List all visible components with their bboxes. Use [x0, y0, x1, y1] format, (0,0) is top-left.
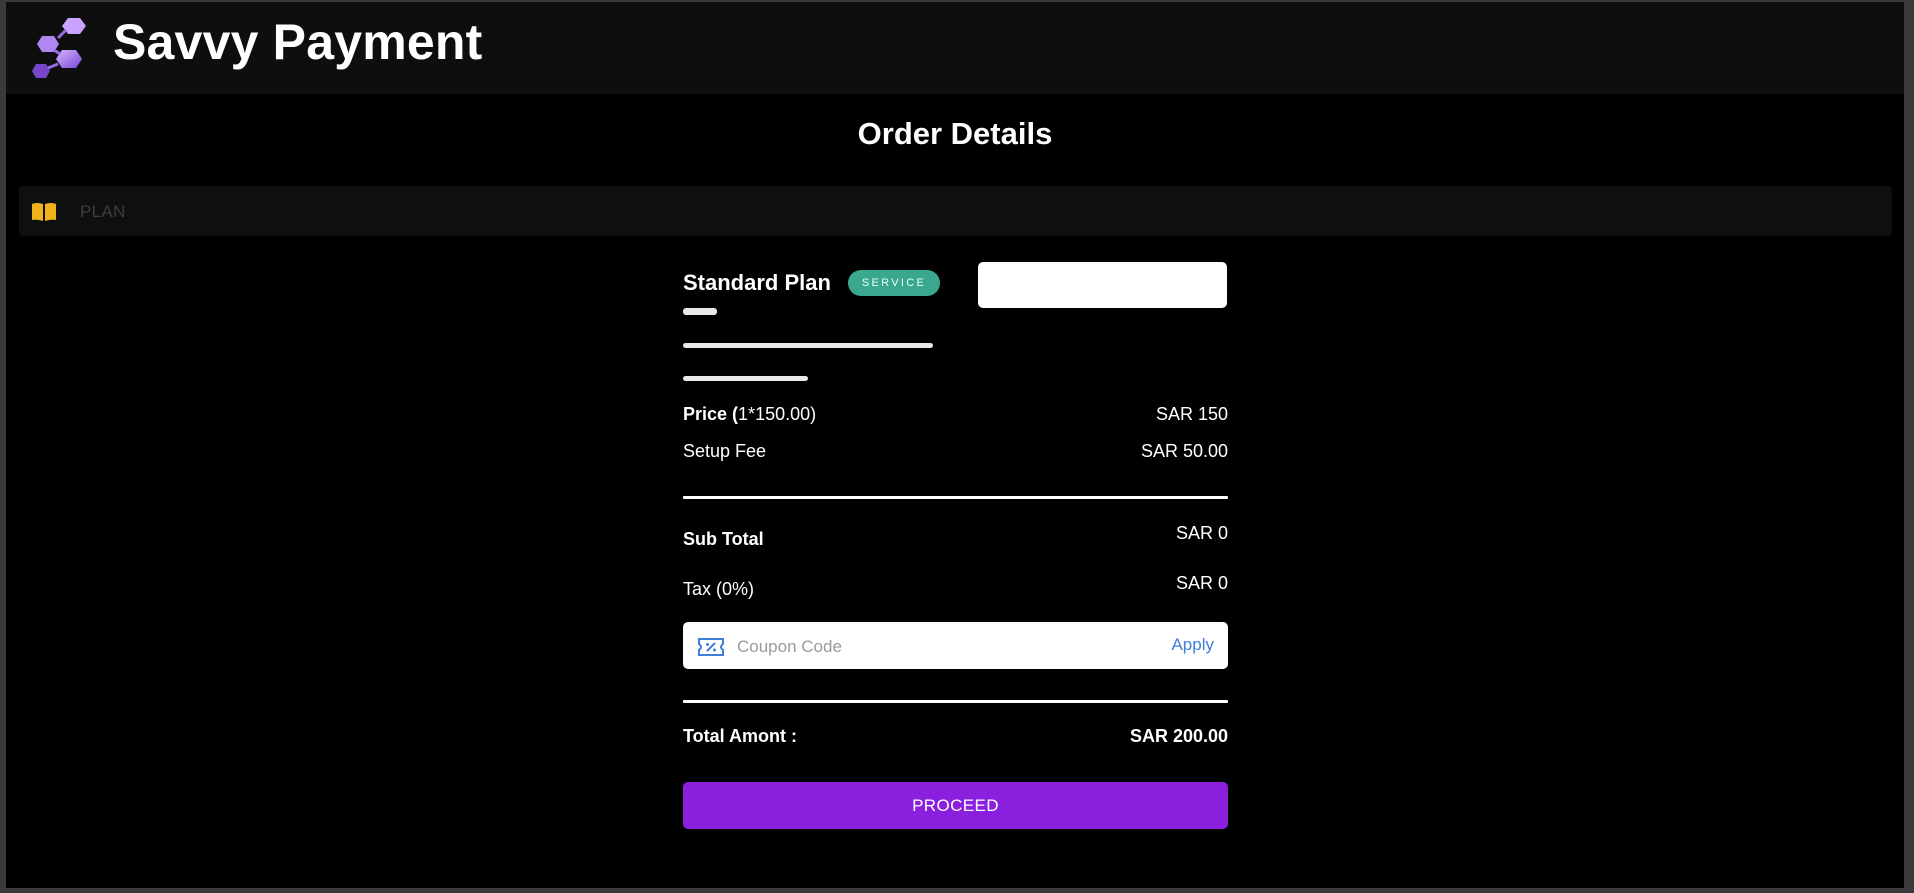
setup-fee-label: Setup Fee	[683, 441, 767, 461]
tax-label: Tax (0%)	[683, 579, 755, 599]
subtotal-label: Sub Total	[683, 529, 764, 549]
price-label: Price	[683, 404, 728, 424]
plan-option-field[interactable]	[978, 262, 1227, 308]
page-title: Order Details	[857, 116, 1053, 151]
divider	[683, 496, 1228, 499]
proceed-button[interactable]: PROCEED	[683, 782, 1228, 829]
plan-section-header: PLAN	[19, 186, 1892, 236]
total-label: Total Amont :	[683, 726, 797, 746]
service-badge: SERVICE	[848, 270, 940, 296]
tax-value: SAR 0	[1175, 573, 1228, 593]
coupon-field: Apply	[683, 622, 1228, 669]
divider	[683, 700, 1228, 703]
total-value: SAR 200.00	[1129, 726, 1228, 746]
section-label: PLAN	[80, 202, 126, 221]
hexagon-cluster-logo	[32, 18, 86, 78]
top-header: Savvy Payment	[6, 2, 1904, 94]
price-row-label: Price (1*150.00)	[683, 404, 817, 424]
loading-placeholder-line	[683, 308, 717, 315]
loading-placeholder-line	[683, 343, 933, 348]
price-value: SAR 150	[1155, 404, 1228, 424]
loading-placeholder-line	[683, 376, 808, 381]
apply-coupon-button[interactable]: Apply	[1171, 635, 1214, 655]
coupon-ticket-icon	[698, 638, 724, 656]
price-detail: 1*150.00)	[738, 404, 817, 424]
brand-name: Savvy Payment	[113, 14, 483, 70]
coupon-code-input[interactable]	[735, 632, 1119, 662]
app-window: Savvy Payment Order Details PLAN Standar…	[6, 2, 1904, 888]
plan-name: Standard Plan	[683, 270, 831, 295]
open-book-icon	[32, 203, 56, 221]
setup-fee-value: SAR 50.00	[1140, 441, 1228, 461]
subtotal-value: SAR 0	[1175, 523, 1228, 543]
